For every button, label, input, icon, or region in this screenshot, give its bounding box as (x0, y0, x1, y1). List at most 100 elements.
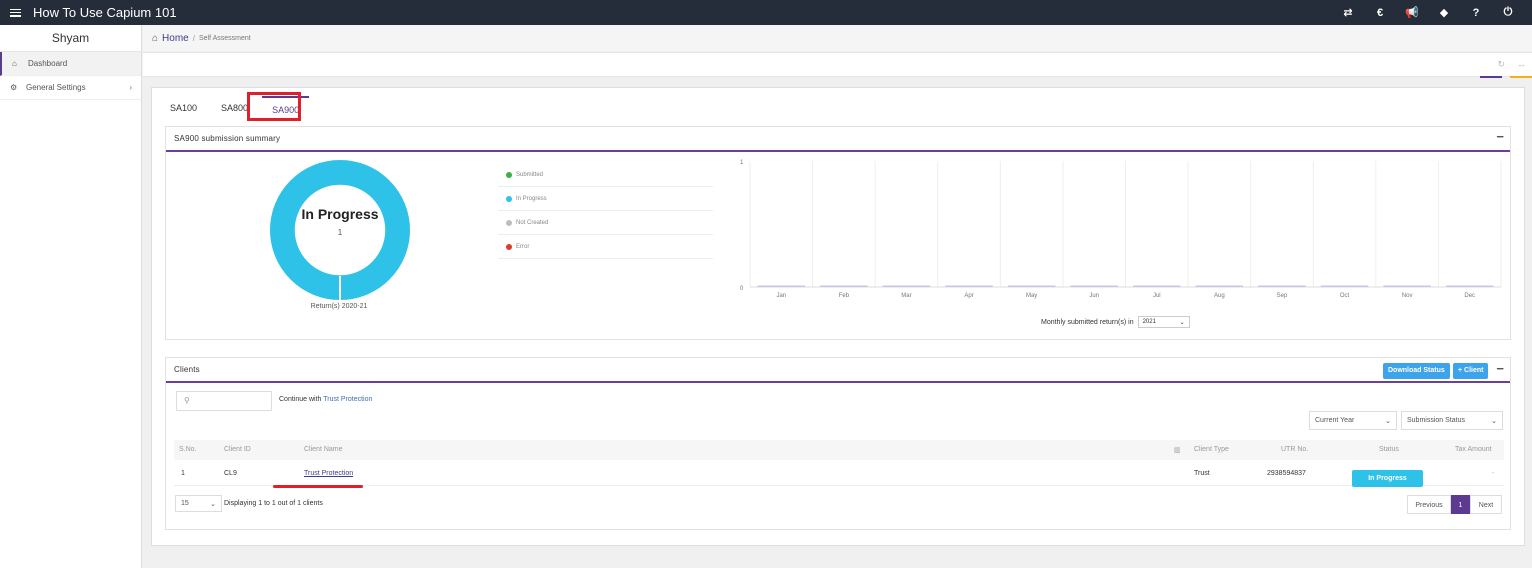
bar-may (1007, 285, 1056, 287)
add-client-button[interactable]: + Client (1453, 363, 1489, 379)
table-header: S.No. Client ID Client Name ▥ Client Typ… (174, 440, 1504, 460)
toolbar-accent-line (1480, 76, 1502, 78)
legend-label: Not Created (516, 219, 549, 226)
bar-dec (1445, 285, 1494, 287)
chevron-right-icon: › (129, 83, 132, 92)
breadcrumb: ⌂ Home / Self Assessment (143, 25, 1532, 51)
user-name: Shyam (0, 25, 141, 52)
summary-panel: SA900 submission summary − In Progress 1… (165, 126, 1511, 340)
sidebar-item-label: General Settings (26, 83, 86, 92)
continue-prefix: Continue with (279, 396, 322, 403)
arrows-icon[interactable]: ↔ (1517, 59, 1526, 70)
monthly-bar-chart: 1 0 Jan Feb Mar Apr May Jun Jul Aug Sep Oct Nov Dec (740, 160, 1502, 299)
bar-jan (757, 285, 806, 287)
main-card: SA100 SA800 SA900 SA900 submission summa… (151, 87, 1525, 546)
bar-jul (1133, 285, 1181, 287)
cell-client-type: Trust (1194, 470, 1210, 477)
year-value: 2021 (1142, 319, 1156, 325)
legend-dot (506, 219, 512, 226)
y-tick-label: 0 (740, 286, 744, 292)
sidebar-item-dashboard[interactable]: ⌂ Dashboard (0, 52, 141, 76)
continue-text: Continue with Trust Protection (279, 396, 372, 403)
chevron-down-icon: ⌄ (1179, 319, 1185, 326)
monthly-year-selector: Monthly submitted return(s) in 2021 ⌄ (1041, 316, 1190, 328)
transfer-icon[interactable]: ⇄ (1332, 6, 1364, 19)
legend-item: Not Created (498, 211, 713, 235)
client-name-link[interactable]: Trust Protection (304, 470, 353, 477)
legend-dot (506, 195, 512, 202)
search-icon: ⚲ (184, 396, 190, 405)
continue-link[interactable]: Trust Protection (323, 396, 372, 403)
x-tick-label: Aug (1214, 293, 1225, 299)
x-tick-label: Jun (1089, 293, 1099, 299)
legend-dot (506, 171, 512, 178)
year-filter-dropdown[interactable]: Current Year ⌄ (1309, 411, 1397, 430)
refresh-icon[interactable]: ↻ (1497, 59, 1505, 70)
bar-feb (820, 285, 868, 287)
tab-sa100[interactable]: SA100 (160, 96, 207, 120)
collapse-icon[interactable]: − (1496, 361, 1504, 376)
breadcrumb-home[interactable]: Home (162, 33, 189, 44)
page-button[interactable]: 1 (1451, 495, 1470, 514)
download-status-button[interactable]: Download Status (1383, 363, 1450, 379)
status-filter-dropdown[interactable]: Submission Status ⌄ (1401, 411, 1503, 430)
legend-item: Error (498, 235, 713, 259)
filter-icon[interactable]: ▥ (1174, 446, 1181, 454)
collapse-icon[interactable]: − (1496, 129, 1504, 144)
clients-panel: Clients Download Status + Client − ⚲ Con… (165, 357, 1511, 530)
year-filter-value: Current Year (1315, 417, 1355, 424)
chevron-down-icon: ⌄ (1385, 417, 1391, 425)
status-filter-value: Submission Status (1407, 417, 1465, 424)
chevron-down-icon: ⌄ (1491, 417, 1497, 425)
table-row: 1 CL9 Trust Protection Trust 2938594837 … (174, 464, 1504, 487)
sidebar-item-label: Dashboard (28, 59, 68, 68)
bar-sep (1258, 285, 1306, 287)
bar-jun (1070, 285, 1118, 287)
cell-client-id: CL9 (224, 470, 237, 477)
donut-caption: Return(s) 2020-21 (310, 303, 368, 310)
next-page-button[interactable]: Next (1470, 495, 1502, 514)
x-tick-label: Apr (964, 293, 973, 299)
app-title: How To Use Capium 101 (33, 5, 177, 20)
year-dropdown[interactable]: 2021 ⌄ (1137, 316, 1190, 328)
x-tick-label: Oct (1340, 293, 1350, 299)
cell-tax-amount: - (1492, 470, 1495, 477)
home-icon: ⌂ (152, 32, 159, 44)
toolbar: ↻ ↔ (143, 52, 1532, 78)
status-badge[interactable]: In Progress (1352, 470, 1423, 487)
previous-page-button[interactable]: Previous (1407, 495, 1451, 514)
toolbar-accent-line (1510, 76, 1532, 78)
currency-icon[interactable]: € (1364, 7, 1396, 19)
x-tick-label: Feb (839, 293, 850, 299)
x-tick-label: Jan (776, 293, 786, 299)
breadcrumb-current: Self Assessment (198, 34, 251, 42)
column-header: Status (1379, 446, 1399, 453)
legend-label: Submitted (516, 171, 544, 178)
menu-icon[interactable] (10, 8, 21, 17)
x-tick-label: Jul (1153, 293, 1161, 299)
pagination-info: Displaying 1 to 1 out of 1 clients (224, 500, 323, 507)
donut-count: 1 (337, 228, 343, 237)
legend-label: In Progress (516, 195, 547, 202)
x-tick-label: Nov (1402, 293, 1413, 299)
megaphone-icon[interactable]: 📢 (1396, 6, 1428, 19)
bar-aug (1195, 285, 1244, 287)
top-icon-group: ⇄ € 📢 ◆? ⏻ (1332, 0, 1524, 25)
power-icon[interactable]: ⏻ (1492, 6, 1524, 19)
search-input[interactable]: ⚲ (176, 391, 272, 411)
legend-label: Error (516, 243, 530, 250)
x-tick-label: Dec (1464, 293, 1475, 299)
sidebar: Shyam ⌂ Dashboard ⚙ General Settings › (0, 25, 142, 568)
x-tick-label: Sep (1277, 293, 1288, 299)
top-bar: How To Use Capium 101 ⇄ € 📢 ◆? ⏻ (0, 0, 1532, 25)
sidebar-item-general-settings[interactable]: ⚙ General Settings › (0, 76, 141, 100)
settings-icon: ⚙ (10, 83, 18, 92)
page-size-dropdown[interactable]: 15 ⌄ (175, 495, 222, 512)
page-size-value: 15 (181, 500, 189, 507)
bar-nov (1383, 285, 1431, 287)
y-tick-label: 1 (740, 160, 744, 166)
help-icon[interactable]: ? (1460, 7, 1492, 19)
bar-apr (945, 285, 993, 287)
donut-title: In Progress (301, 206, 379, 222)
tag-icon[interactable]: ◆ (1428, 6, 1460, 19)
